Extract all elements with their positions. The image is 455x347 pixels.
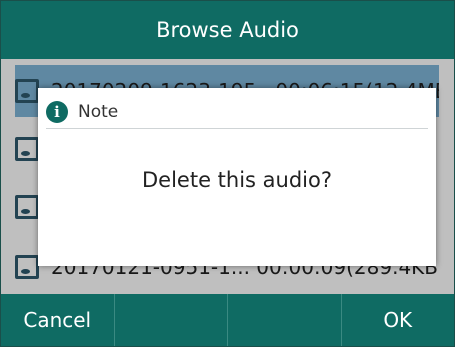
softkey-bar: Cancel OK xyxy=(1,294,454,346)
phone-screen: Browse Audio 20170209-1623-195...00:06:1… xyxy=(0,0,455,347)
title-bar: Browse Audio xyxy=(1,1,454,59)
cancel-button[interactable]: Cancel xyxy=(1,294,114,346)
softkey-2[interactable] xyxy=(113,294,228,346)
page-title: Browse Audio xyxy=(156,18,299,42)
note-dialog: i Note Delete this audio? xyxy=(38,88,436,266)
softkey-3[interactable] xyxy=(227,294,341,346)
dialog-message: Delete this audio? xyxy=(141,168,332,192)
info-icon: i xyxy=(46,101,68,123)
dialog-title: Note xyxy=(78,102,119,122)
ok-button[interactable]: OK xyxy=(340,294,455,346)
dialog-header: i Note xyxy=(46,96,428,129)
